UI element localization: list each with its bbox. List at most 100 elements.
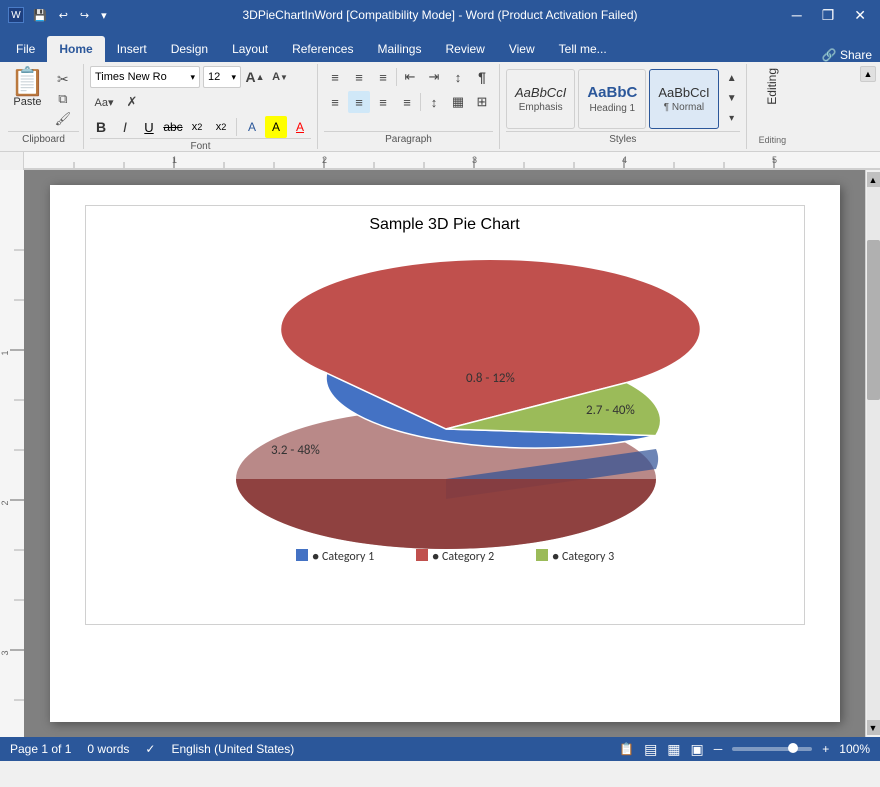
quick-access-dropdown[interactable]: ▾ xyxy=(98,9,110,22)
tab-view[interactable]: View xyxy=(497,36,547,62)
read-mode-btn[interactable]: ▤ xyxy=(644,741,657,758)
font-name-select[interactable]: Times New Ro ▾ xyxy=(90,66,200,88)
format-painter-btn[interactable]: 🖌 xyxy=(49,110,77,128)
proofing-icon[interactable]: ✓ xyxy=(145,742,155,756)
paragraph-label: Paragraph xyxy=(324,131,493,147)
highlight-btn[interactable]: A xyxy=(265,116,287,138)
font-color-btn[interactable]: A xyxy=(289,116,311,138)
quick-save-btn[interactable]: 💾 xyxy=(30,9,50,22)
zoom-slider[interactable] xyxy=(732,747,812,751)
tab-review[interactable]: Review xyxy=(433,36,496,62)
tab-tell-me[interactable]: Tell me... xyxy=(547,36,619,62)
svg-text:4: 4 xyxy=(622,155,627,165)
superscript-btn[interactable]: x2 xyxy=(210,116,232,138)
style-heading1[interactable]: AaBbC Heading 1 xyxy=(578,69,646,129)
collapse-ribbon-btn[interactable]: ▲ xyxy=(860,66,876,82)
strikethrough-btn[interactable]: abc xyxy=(162,116,184,138)
paste-button[interactable]: 📋 Paste xyxy=(8,66,47,110)
window-title: 3DPieChartInWord [Compatibility Mode] - … xyxy=(242,8,637,22)
word-count: 0 words xyxy=(87,742,129,756)
close-btn[interactable]: ✕ xyxy=(848,7,872,24)
justify-btn[interactable]: ≡ xyxy=(396,91,418,113)
ribbon-tabs: File Home Insert Design Layout Reference… xyxy=(0,30,880,62)
ribbon-styles-group: AaBbCcI Emphasis AaBbC Heading 1 AaBbCcI… xyxy=(500,64,747,149)
svg-text:2: 2 xyxy=(322,155,327,165)
title-bar: W 💾 ↩ ↪ ▾ 3DPieChartInWord [Compatibilit… xyxy=(0,0,880,30)
tab-home[interactable]: Home xyxy=(47,36,104,62)
underline-btn[interactable]: U xyxy=(138,116,160,138)
redo-btn[interactable]: ↪ xyxy=(77,9,92,22)
vertical-ruler: 1 2 3 xyxy=(0,170,24,737)
subscript-btn[interactable]: x2 xyxy=(186,116,208,138)
svg-text:5: 5 xyxy=(772,155,777,165)
change-case-btn[interactable]: Aa▾ xyxy=(90,91,118,113)
legend-color-cat1 xyxy=(296,549,308,561)
minimize-btn[interactable]: ─ xyxy=(786,7,808,24)
window-controls: ─ ❐ ✕ xyxy=(786,7,872,24)
clear-format-btn[interactable]: ✗ xyxy=(121,91,143,113)
line-spacing-btn[interactable]: ↕ xyxy=(423,91,445,113)
align-left-btn[interactable]: ≡ xyxy=(324,91,346,113)
svg-text:3: 3 xyxy=(472,155,477,165)
document-page[interactable]: Sample 3D Pie Chart xyxy=(50,185,840,722)
web-view-btn[interactable]: ▣ xyxy=(691,741,704,758)
style-emphasis[interactable]: AaBbCcI Emphasis xyxy=(506,69,575,129)
tab-references[interactable]: References xyxy=(280,36,365,62)
ribbon-paragraph-group: ≡ ≡ ≡ ⇤ ⇥ ↕ ¶ ≡ ≡ ≡ ≡ ↕ ▦ ⊞ Paragraph xyxy=(318,64,500,149)
document-area: Sample 3D Pie Chart xyxy=(24,170,865,737)
language[interactable]: English (United States) xyxy=(171,742,294,756)
shrink-font-btn[interactable]: A▼ xyxy=(269,66,291,88)
styles-scroll-down[interactable]: ▼ xyxy=(724,90,740,108)
tab-insert[interactable]: Insert xyxy=(105,36,159,62)
print-layout-btn[interactable]: ▦ xyxy=(667,741,680,758)
divider xyxy=(236,118,237,136)
multilevel-btn[interactable]: ≡ xyxy=(372,66,394,88)
scroll-up-btn[interactable]: ▲ xyxy=(867,172,880,187)
style-normal[interactable]: AaBbCcI ¶ Normal xyxy=(649,69,718,129)
styles-more[interactable]: ▾ xyxy=(724,110,740,128)
share-btn[interactable]: 🔗 Share xyxy=(822,48,872,62)
title-bar-left: W 💾 ↩ ↪ ▾ xyxy=(8,7,110,23)
increase-indent-btn[interactable]: ⇥ xyxy=(423,66,445,88)
pie-chart-svg: 2.7 - 40% 3.2 - 48% 0.8 - 12% ● Category… xyxy=(96,239,796,579)
legend-color-cat3 xyxy=(536,549,548,561)
scroll-down-btn[interactable]: ▼ xyxy=(867,720,880,735)
numbering-btn[interactable]: ≡ xyxy=(348,66,370,88)
styles-scroll: ▲ ▼ ▾ xyxy=(724,70,740,128)
text-effects-btn[interactable]: A xyxy=(241,116,263,138)
label-cat2: 3.2 - 48% xyxy=(271,443,320,458)
sort-btn[interactable]: ↕ xyxy=(447,66,469,88)
zoom-thumb[interactable] xyxy=(788,743,798,753)
grow-font-btn[interactable]: A▲ xyxy=(244,66,266,88)
styles-scroll-up[interactable]: ▲ xyxy=(724,70,740,88)
align-center-btn[interactable]: ≡ xyxy=(348,91,370,113)
vertical-scrollbar[interactable]: ▲ ▼ xyxy=(865,170,880,737)
tab-design[interactable]: Design xyxy=(159,36,220,62)
show-hide-btn[interactable]: ¶ xyxy=(471,66,493,88)
main-area: 1 2 3 Sample 3D Pie Chart xyxy=(0,170,880,737)
legend-label-cat1: ● Category 1 xyxy=(312,550,374,564)
scroll-thumb[interactable] xyxy=(867,240,880,400)
tab-file[interactable]: File xyxy=(4,36,47,62)
borders-btn[interactable]: ⊞ xyxy=(471,91,493,113)
italic-btn[interactable]: I xyxy=(114,116,136,138)
zoom-in-btn[interactable]: + xyxy=(822,742,829,756)
bullets-btn[interactable]: ≡ xyxy=(324,66,346,88)
cut-btn[interactable]: ✂ xyxy=(49,70,77,88)
tab-mailings[interactable]: Mailings xyxy=(365,36,433,62)
align-right-btn[interactable]: ≡ xyxy=(372,91,394,113)
svg-text:1: 1 xyxy=(0,350,10,355)
decrease-indent-btn[interactable]: ⇤ xyxy=(399,66,421,88)
undo-btn[interactable]: ↩ xyxy=(56,9,71,22)
ruler-svg: 1 2 3 4 5 xyxy=(24,152,880,169)
zoom-out-btn[interactable]: ─ xyxy=(714,742,723,756)
bold-btn[interactable]: B xyxy=(90,116,112,138)
scroll-track[interactable] xyxy=(867,187,880,720)
restore-btn[interactable]: ❐ xyxy=(816,7,841,24)
shading-btn[interactable]: ▦ xyxy=(447,91,469,113)
track-changes-btn[interactable]: 📋 xyxy=(619,742,634,756)
tab-layout[interactable]: Layout xyxy=(220,36,280,62)
font-size-select[interactable]: 12 ▾ xyxy=(203,66,241,88)
ribbon-font-group: Times New Ro ▾ 12 ▾ A▲ A▼ Aa▾ ✗ B I U ab… xyxy=(84,64,318,149)
copy-btn[interactable]: ⧉ xyxy=(49,90,77,108)
